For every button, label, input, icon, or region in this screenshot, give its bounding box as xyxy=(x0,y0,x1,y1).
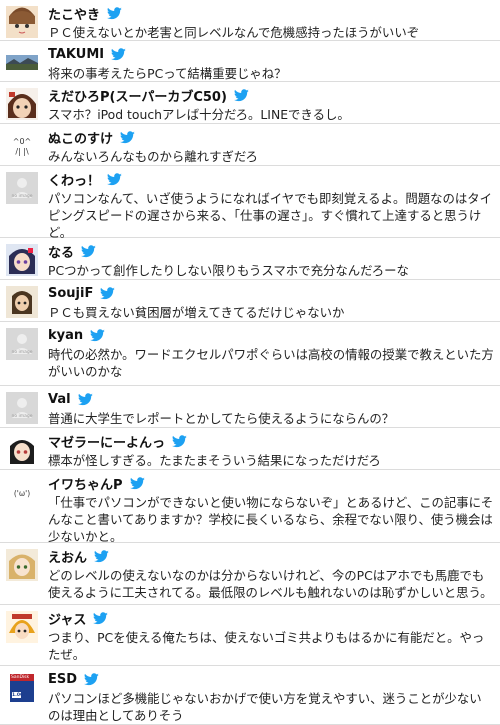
tweet-header: イワちゃんP xyxy=(48,473,145,493)
tweet-header: ぬこのすけ xyxy=(48,127,135,147)
user-name[interactable]: イワちゃんP xyxy=(48,474,123,493)
no-image-label: no image xyxy=(11,194,33,199)
tweet-item[interactable]: TAKUMI 将来の事考えたらPCって結構重要じゃね？ xyxy=(0,41,500,82)
tweet-text: 標本が怪しすぎる。たまたまそういう結果になっただけだろ xyxy=(48,453,381,468)
user-name[interactable]: マゼラーにーよんっ xyxy=(48,432,165,451)
twitter-bird-icon[interactable] xyxy=(93,611,109,625)
tweet-text: 時代の必然か。ワードエクセルパワポぐらいは高校の情報の授業で教えといた方がいいの… xyxy=(48,347,494,379)
tweet-header: Val xyxy=(48,389,93,409)
tweet-text: ＰＣ使えないとか老害と同レベルなんで危機感持ったほうがいいぞ xyxy=(48,25,420,40)
tweet-item[interactable]: えおんどのレベルの使えないなのかは分からないけれど、今のPCはアホでも馬鹿でも使… xyxy=(0,543,500,605)
svg-text:^0^: ^0^ xyxy=(13,137,32,146)
anime-character-avatar-icon[interactable] xyxy=(6,286,38,318)
user-name[interactable]: なる xyxy=(48,242,74,261)
twitter-bird-icon[interactable] xyxy=(81,244,96,258)
tweet-header: たこやき xyxy=(48,3,122,23)
anime-character-avatar-icon[interactable] xyxy=(6,611,38,643)
twitter-bird-icon[interactable] xyxy=(84,672,99,686)
user-name[interactable]: えおん xyxy=(48,547,87,566)
twitter-bird-icon[interactable] xyxy=(107,6,122,20)
tweet-text: パソコンほど多機能じゃないおかげで使い方を覚えやすい、迷うことが少ないのは理由と… xyxy=(48,691,482,723)
user-name[interactable]: くわっ！ xyxy=(48,170,100,189)
anime-character-avatar-icon[interactable] xyxy=(6,549,38,581)
twitter-bird-icon[interactable] xyxy=(111,47,126,61)
twitter-bird-icon[interactable] xyxy=(120,130,135,144)
tweet-header: ジャス xyxy=(48,608,109,628)
tweet-item[interactable]: no image kyan 時代の必然か。ワードエクセルパワポぐらいは高校の情報の授… xyxy=(0,322,500,386)
twitter-bird-icon[interactable] xyxy=(233,88,249,102)
tweet-text: スマホ？iPod touchアレば十分だろ。LINEできるし。 xyxy=(48,107,350,122)
twitter-bird-icon[interactable] xyxy=(94,549,109,563)
tweet-item[interactable]: SoujiF ＰＣも買えない貧困層が増えてきてるだけじゃないか xyxy=(0,280,500,322)
tweet-item[interactable]: SanDisk 1.0GB ESD パソコンほど多機能じゃないおかげで使い方を覚えやす… xyxy=(0,666,500,725)
user-name[interactable]: ジャス xyxy=(48,609,86,628)
anime-character-avatar-icon[interactable] xyxy=(6,434,38,466)
twitter-bird-icon[interactable] xyxy=(100,286,116,300)
no-image-label: no image xyxy=(11,350,33,355)
memory-card-avatar-icon[interactable]: SanDisk 1.0GB xyxy=(6,672,38,704)
twitter-bird-icon[interactable] xyxy=(90,328,105,342)
tweet-feed: たこやき ＰＣ使えないとか老害と同レベルなんで危機感持ったほうがいいぞ TAKUMI… xyxy=(0,0,500,725)
user-name[interactable]: SoujiF xyxy=(48,286,93,301)
user-name[interactable]: TAKUMI xyxy=(48,47,104,62)
tweet-item[interactable]: no image Val 普通に大学生でレポートとかしてたら使えるようにならんの？ xyxy=(0,386,500,428)
tweet-header: SoujiF xyxy=(48,283,116,303)
twitter-bird-icon[interactable] xyxy=(172,434,187,448)
tweet-header: kyan xyxy=(48,325,105,345)
tweet-item[interactable]: たこやき ＰＣ使えないとか老害と同レベルなんで危機感持ったほうがいいぞ xyxy=(0,0,500,41)
user-name[interactable]: kyan xyxy=(48,328,83,343)
anime-character-avatar-icon[interactable] xyxy=(6,88,38,120)
tweet-header: ESD xyxy=(48,669,99,689)
user-name[interactable]: えだひろP(スーパーカブC50) xyxy=(48,86,227,105)
anime-character-avatar-icon[interactable] xyxy=(6,244,38,276)
kaomoji-avatar-icon[interactable]: ^0^/| |\ xyxy=(6,130,38,162)
tweet-header: TAKUMI xyxy=(48,44,126,64)
no-image-label: no image xyxy=(11,414,33,419)
no-image-avatar-icon[interactable]: no image xyxy=(6,392,38,424)
tweet-text: ＰＣも買えない貧困層が増えてきてるだけじゃないか xyxy=(48,305,345,320)
tweet-text: つまり、PCを使える俺たちは、使えないゴミ共よりもはるかに有能だと。やったぜ。 xyxy=(48,630,485,662)
tweet-header: えおん xyxy=(48,546,109,566)
svg-text:/| |\: /| |\ xyxy=(15,147,29,156)
tweet-header: マゼラーにーよんっ xyxy=(48,431,187,451)
twitter-bird-icon[interactable] xyxy=(129,476,145,490)
tweet-text: 「仕事でパソコンができないと使い物にならないぞ」とあるけど、この記事にそんなこと… xyxy=(48,495,494,544)
kaomoji-avatar-icon[interactable]: ('ω') xyxy=(6,476,38,508)
user-name[interactable]: たこやき xyxy=(48,4,100,23)
tweet-item[interactable]: no image くわっ！ パソコンなんて、いざ使うようになればイヤでも即刻覚えるよ… xyxy=(0,166,500,240)
card-brand-label: SanDisk xyxy=(11,675,30,680)
landscape-photo-avatar-icon[interactable] xyxy=(6,47,38,79)
no-image-avatar-icon[interactable]: no image xyxy=(6,172,38,204)
tweet-text: パソコンなんて、いざ使うようになればイヤでも即刻覚えるよ。問題なのはタイピングス… xyxy=(48,191,493,240)
tweet-text: みんないろんなものから離れすぎだろ xyxy=(48,149,258,164)
tweet-item[interactable]: なる PCつかって創作したりしない限りもうスマホで充分なんだろーな xyxy=(0,238,500,280)
tweet-header: なる xyxy=(48,241,96,261)
tweet-item[interactable]: ジャスつまり、PCを使える俺たちは、使えないゴミ共よりもはるかに有能だと。やった… xyxy=(0,605,500,666)
tweet-item[interactable]: えだひろP(スーパーカブC50) スマホ？iPod touchアレば十分だろ。LI… xyxy=(0,82,500,124)
tweet-item[interactable]: マゼラーにーよんっ標本が怪しすぎる。たまたまそういう結果になっただけだろ xyxy=(0,428,500,470)
twitter-bird-icon[interactable] xyxy=(77,392,93,406)
no-image-avatar-icon[interactable]: no image xyxy=(6,328,38,360)
user-name[interactable]: ぬこのすけ xyxy=(48,128,113,147)
tweet-item[interactable]: ('ω') イワちゃんP 「仕事でパソコンができないと使い物にならないぞ」とあるけど… xyxy=(0,470,500,544)
twitter-bird-icon[interactable] xyxy=(107,172,122,186)
card-size-label: 1.0GB xyxy=(12,693,28,698)
user-name[interactable]: Val xyxy=(48,392,71,407)
user-name[interactable]: ESD xyxy=(48,672,77,687)
tweet-text: PCつかって創作したりしない限りもうスマホで充分なんだろーな xyxy=(48,263,409,278)
tweet-header: えだひろP(スーパーカブC50) xyxy=(48,85,249,105)
tweet-text: 普通に大学生でレポートとかしてたら使えるようにならんの？ xyxy=(48,411,395,426)
tweet-text: 将来の事考えたらPCって結構重要じゃね？ xyxy=(48,66,287,81)
tweet-text: どのレベルの使えないなのかは分からないけれど、今のPCはアホでも馬鹿でも使えるよ… xyxy=(48,568,493,600)
svg-text:('ω'): ('ω') xyxy=(14,489,30,498)
tweet-header: くわっ！ xyxy=(48,169,122,189)
anime-character-avatar-icon[interactable] xyxy=(6,6,38,38)
tweet-item[interactable]: ^0^/| |\ ぬこのすけみんないろんなものから離れすぎだろ xyxy=(0,124,500,166)
